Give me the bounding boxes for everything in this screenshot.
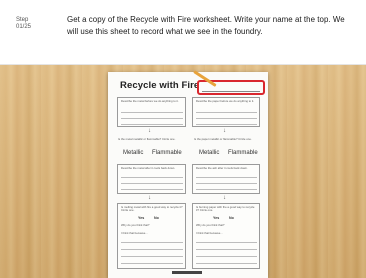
paper-recycle-box: Is burning paper with fire a good way to… xyxy=(192,203,260,269)
paper-why-prompt: Why do you think that? xyxy=(196,223,225,227)
paper-before-box: Describe the paper before we do anything… xyxy=(192,97,260,127)
step-instruction: Get a copy of the Recycle with Fire work… xyxy=(67,15,345,36)
paper-after-box: Describe the ash after it cools back dow… xyxy=(192,164,260,194)
step-label: Step xyxy=(16,17,29,23)
metal-no-option: No xyxy=(154,216,159,220)
paper-before-prompt: Describe the paper before we do anything… xyxy=(196,99,254,103)
answer-line xyxy=(121,177,183,178)
answer-line xyxy=(121,256,183,257)
answer-line xyxy=(121,124,183,125)
down-arrow-icon: ↓ xyxy=(148,195,151,201)
metal-choice-flammable: Flammable xyxy=(152,150,182,156)
paper-choice-flammable: Flammable xyxy=(228,150,258,156)
answer-line xyxy=(196,177,257,178)
worksheet-footer-logo xyxy=(172,271,202,274)
metal-yes-option: Yes xyxy=(138,216,145,220)
answer-line xyxy=(196,249,257,250)
step-header: Step 01/25 Get a copy of the Recycle wit… xyxy=(0,0,366,65)
metal-recycle-box: Is melting metal with fire a good way to… xyxy=(117,203,186,269)
metal-because-prompt: I think that because... xyxy=(121,231,148,235)
answer-line xyxy=(196,124,257,125)
answer-line xyxy=(121,242,183,243)
paper-after-prompt: Describe the ash after it cools back dow… xyxy=(196,166,248,170)
answer-line xyxy=(121,112,183,113)
metal-after-prompt: Describe the metal after it cools back d… xyxy=(121,166,176,170)
burning-paper-question: Is burning paper with fire a good way to… xyxy=(196,205,255,213)
metal-why-prompt: Why do you think that? xyxy=(121,223,150,227)
answer-line xyxy=(121,189,183,190)
down-arrow-icon: ↓ xyxy=(148,128,151,134)
paper-yes-option: Yes xyxy=(213,216,220,220)
answer-line xyxy=(196,118,257,119)
answer-line xyxy=(121,249,183,250)
answer-line xyxy=(121,118,183,119)
metal-before-prompt: Describe the metal before we do anything… xyxy=(121,99,179,103)
down-arrow-icon: ↓ xyxy=(223,195,226,201)
answer-line xyxy=(196,183,257,184)
answer-line xyxy=(196,242,257,243)
metal-type-question: Is the metal metallic or flammable? Circ… xyxy=(118,137,176,141)
paper-type-question: Is the paper metallic or flammable? Circ… xyxy=(194,137,252,141)
metal-choice-metallic: Metallic xyxy=(123,150,144,156)
paper-no-option: No xyxy=(229,216,234,220)
metal-before-box: Describe the metal before we do anything… xyxy=(117,97,186,127)
answer-line xyxy=(196,189,257,190)
answer-line xyxy=(121,183,183,184)
answer-line xyxy=(196,256,257,257)
answer-line xyxy=(196,112,257,113)
paper-because-prompt: I think that because... xyxy=(196,231,223,235)
down-arrow-icon: ↓ xyxy=(223,128,226,134)
worksheet-title: Recycle with Fire xyxy=(120,80,200,91)
answer-line xyxy=(121,263,183,264)
metal-after-box: Describe the metal after it cools back d… xyxy=(117,164,186,194)
worksheet-image: Recycle with Fire Describe the metal bef… xyxy=(108,72,268,278)
paper-choice-metallic: Metallic xyxy=(199,150,220,156)
melting-metal-question: Is melting metal with fire a good way to… xyxy=(121,205,183,213)
step-counter: 01/25 xyxy=(16,24,32,30)
answer-line xyxy=(196,263,257,264)
